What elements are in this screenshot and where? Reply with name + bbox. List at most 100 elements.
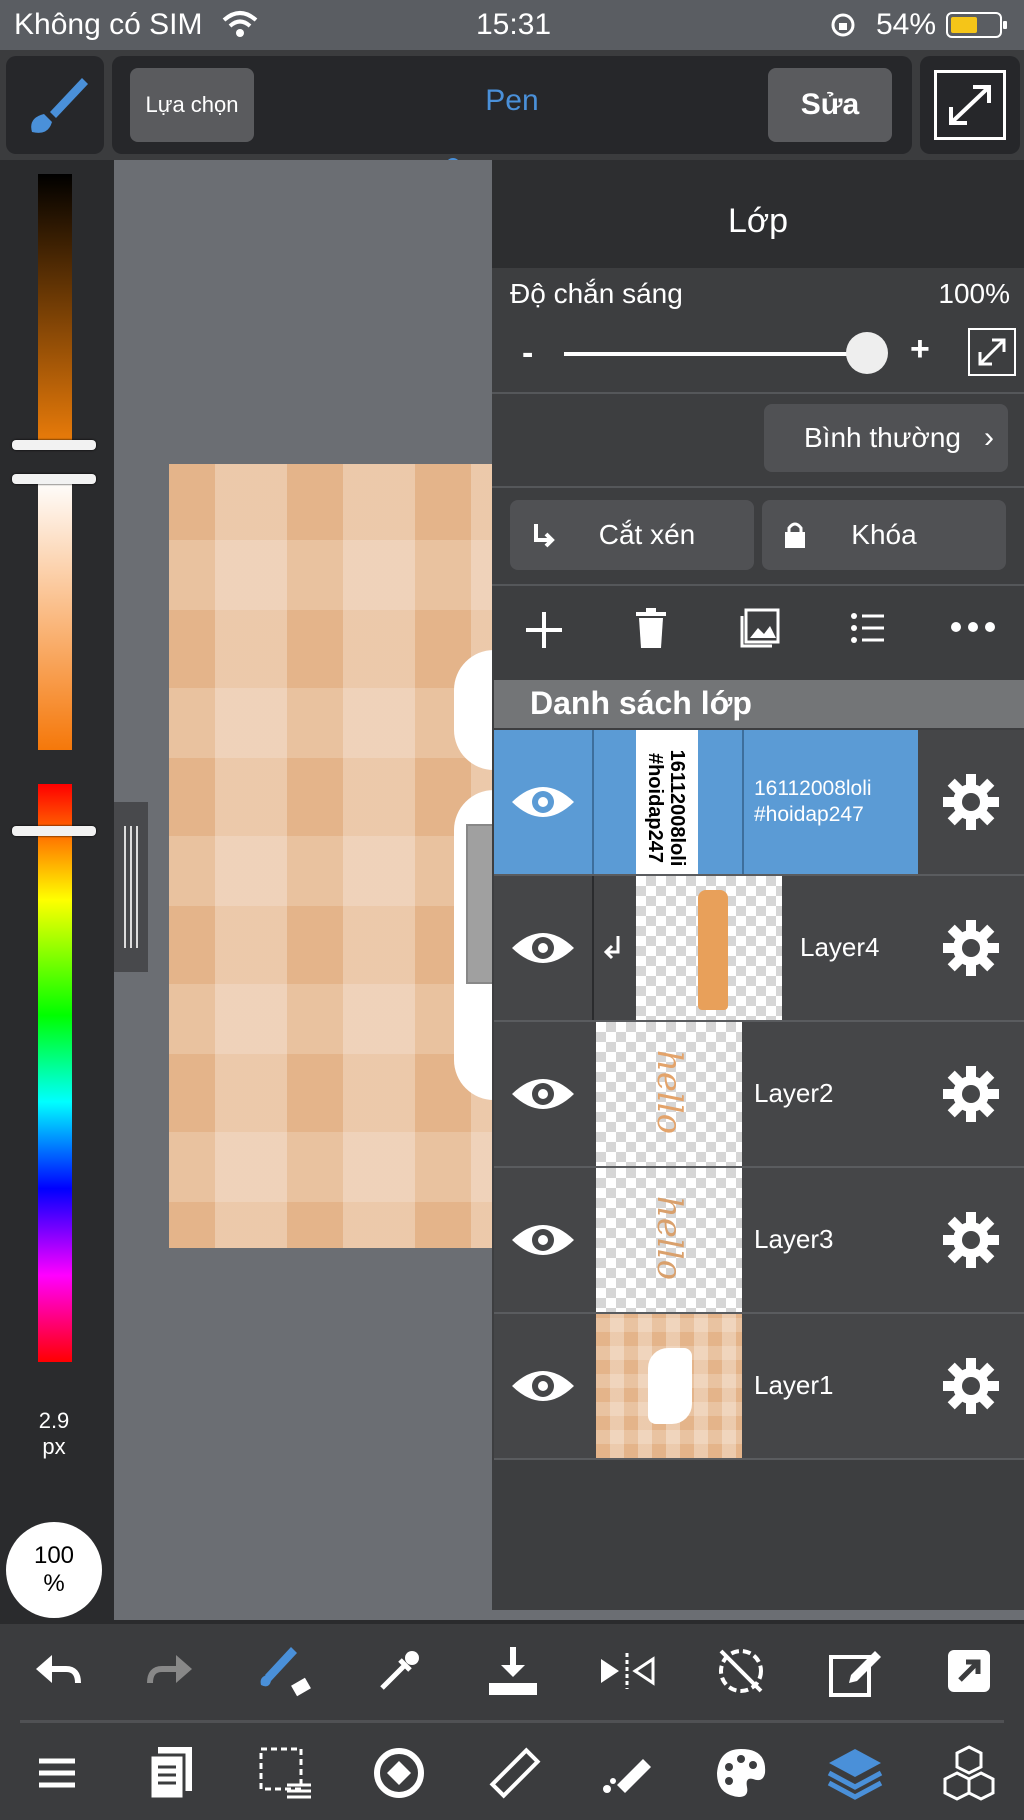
clip-button[interactable]: Cắt xén bbox=[510, 500, 754, 570]
fill-icon bbox=[603, 1759, 651, 1793]
menu-icon bbox=[39, 1758, 75, 1788]
selection-tool-button[interactable] bbox=[250, 1738, 320, 1808]
layer-row-selected[interactable]: 16112008loli #hoidap247 16112008loli #ho… bbox=[494, 730, 1024, 876]
shade-slider[interactable] bbox=[38, 174, 72, 450]
undo-icon bbox=[36, 1655, 81, 1684]
layers-icon bbox=[827, 1749, 883, 1800]
eyedropper-button[interactable] bbox=[364, 1636, 434, 1706]
layer-list-header: Danh sách lớp bbox=[494, 680, 1024, 728]
clip-indicator-icon bbox=[603, 936, 620, 960]
palette-icon bbox=[717, 1749, 766, 1797]
trash-icon[interactable] bbox=[634, 608, 668, 650]
layer-name: Layer4 bbox=[800, 932, 880, 962]
add-layer-icon[interactable] bbox=[524, 610, 564, 650]
layer-settings-button[interactable] bbox=[918, 730, 1024, 874]
hue-slider[interactable] bbox=[38, 784, 72, 1362]
menu-button[interactable] bbox=[22, 1738, 92, 1808]
expand-opacity-icon[interactable] bbox=[968, 328, 1016, 376]
color-palette-button[interactable] bbox=[706, 1738, 776, 1808]
tool-header: Lựa chọn Pen Sửa bbox=[112, 56, 912, 154]
hue-slider-handle[interactable] bbox=[12, 826, 96, 836]
carrier-text: Không có SIM bbox=[14, 8, 203, 41]
rotate-reset-button[interactable] bbox=[706, 1636, 776, 1706]
layer-settings-button[interactable] bbox=[918, 876, 1024, 1020]
chevron-right-icon: › bbox=[984, 421, 994, 454]
undo-button[interactable] bbox=[22, 1636, 92, 1706]
opacity-slider-handle[interactable] bbox=[846, 332, 888, 374]
opacity-slider[interactable] bbox=[564, 352, 864, 356]
ruler-button[interactable] bbox=[478, 1738, 548, 1808]
ruler-icon bbox=[489, 1747, 541, 1799]
layer-thumbnail: 16112008loli #hoidap247 bbox=[636, 730, 698, 874]
layer-settings-button[interactable] bbox=[918, 1022, 1024, 1166]
selection-icon bbox=[259, 1747, 311, 1799]
layer-actions bbox=[492, 586, 1024, 678]
selection-button[interactable]: Lựa chọn bbox=[130, 68, 254, 142]
layer-panel: Lớp Độ chắn sáng 100% - + Bình thường › … bbox=[492, 160, 1024, 1610]
edit-button[interactable]: Sửa bbox=[768, 68, 892, 142]
opacity-plus-button[interactable]: + bbox=[910, 330, 930, 369]
artwork-selection-box bbox=[466, 824, 494, 984]
artwork-canvas[interactable] bbox=[169, 464, 494, 1248]
layer-name: 16112008loli #hoidap247 bbox=[754, 777, 872, 826]
transform-button[interactable] bbox=[364, 1738, 434, 1808]
brush-opacity-button[interactable]: 100 % bbox=[6, 1522, 102, 1618]
list-icon[interactable] bbox=[850, 610, 886, 646]
panel-title: Lớp bbox=[727, 202, 789, 240]
lock-button[interactable]: Khóa bbox=[762, 500, 1006, 570]
layer-row[interactable]: Layer4 bbox=[494, 876, 1024, 1022]
eye-icon bbox=[512, 1371, 574, 1401]
panel-header: Lớp bbox=[492, 160, 1024, 268]
lock-icon bbox=[785, 522, 805, 548]
visibility-toggle[interactable] bbox=[494, 1022, 592, 1166]
more-icon[interactable] bbox=[950, 620, 996, 634]
visibility-toggle[interactable] bbox=[494, 1314, 592, 1458]
flip-button[interactable] bbox=[592, 1636, 662, 1706]
layers-button[interactable] bbox=[820, 1738, 890, 1808]
visibility-toggle[interactable] bbox=[494, 730, 592, 874]
layer-settings-button[interactable] bbox=[918, 1168, 1024, 1312]
sidebar-toggle-handle[interactable] bbox=[114, 802, 148, 972]
share-button[interactable] bbox=[934, 1636, 1004, 1706]
shade-slider-handle[interactable] bbox=[12, 440, 96, 450]
visibility-toggle[interactable] bbox=[494, 876, 592, 1020]
edit-icon bbox=[829, 1651, 881, 1697]
layer-settings-button[interactable] bbox=[918, 1314, 1024, 1458]
gear-icon bbox=[943, 920, 999, 976]
materials-button[interactable] bbox=[934, 1738, 1004, 1808]
pages-icon bbox=[148, 1747, 192, 1801]
redo-icon bbox=[147, 1655, 192, 1684]
brush-eraser-toggle[interactable] bbox=[250, 1636, 320, 1706]
layer-row[interactable]: hello Layer2 bbox=[494, 1022, 1024, 1168]
redo-button[interactable] bbox=[136, 1636, 206, 1706]
clock: 15:31 bbox=[476, 8, 552, 41]
layer-name: Layer1 bbox=[754, 1370, 834, 1400]
visibility-toggle[interactable] bbox=[494, 1168, 592, 1312]
canvas-area[interactable] bbox=[114, 160, 494, 1620]
eye-icon bbox=[512, 787, 574, 817]
image-layer-icon[interactable] bbox=[740, 608, 780, 648]
tool-name: Pen bbox=[485, 84, 539, 117]
eyedropper-icon bbox=[380, 1651, 419, 1690]
layer-row[interactable]: hello Layer3 bbox=[494, 1168, 1024, 1314]
eye-icon bbox=[512, 933, 574, 963]
opacity-label: Độ chắn sáng bbox=[510, 278, 683, 309]
layer-row[interactable]: Layer1 bbox=[494, 1314, 1024, 1460]
artwork-cloud-shape bbox=[454, 650, 494, 770]
blend-mode-button[interactable]: Bình thường › bbox=[764, 404, 1008, 472]
fullscreen-button[interactable] bbox=[920, 56, 1020, 154]
transform-icon bbox=[374, 1748, 424, 1798]
fill-tool-button[interactable] bbox=[592, 1738, 662, 1808]
brush-tool-button[interactable] bbox=[6, 56, 104, 154]
layer-name: Layer3 bbox=[754, 1224, 834, 1254]
edit-canvas-button[interactable] bbox=[820, 1636, 890, 1706]
tint-slider-handle[interactable] bbox=[12, 474, 96, 484]
brush-icon bbox=[31, 78, 88, 133]
pages-button[interactable] bbox=[136, 1738, 206, 1808]
status-bar: Không có SIM 15:31 54% bbox=[0, 0, 1024, 50]
save-download-button[interactable] bbox=[478, 1636, 548, 1706]
tint-slider[interactable] bbox=[38, 478, 72, 750]
opacity-minus-button[interactable]: - bbox=[522, 334, 533, 373]
wifi-icon bbox=[222, 11, 258, 37]
brush-size[interactable]: 2.9 px bbox=[0, 1408, 108, 1460]
